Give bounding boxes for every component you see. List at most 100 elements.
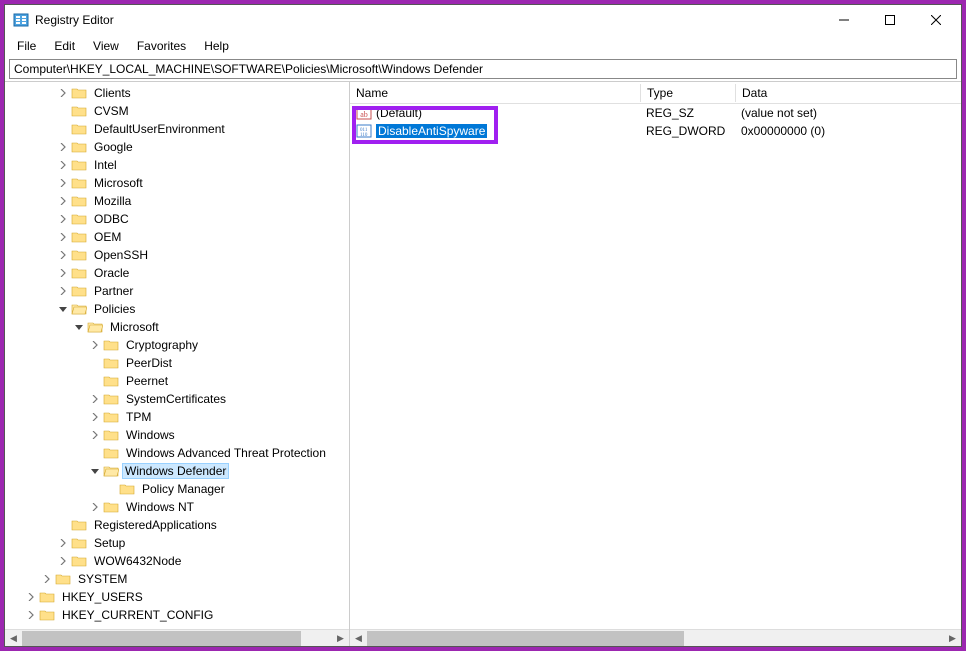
tree-item[interactable]: Policy Manager <box>7 480 349 498</box>
chevron-right-icon[interactable] <box>87 391 103 407</box>
chevron-right-icon[interactable] <box>55 265 71 281</box>
tree-item[interactable]: PeerDist <box>7 354 349 372</box>
tree-item-label: Setup <box>91 536 128 550</box>
chevron-right-icon[interactable] <box>87 409 103 425</box>
tree-pane[interactable]: ClientsCVSMDefaultUserEnvironmentGoogle I… <box>5 82 350 646</box>
close-button[interactable] <box>913 5 959 35</box>
tree-item[interactable]: SystemCertificates <box>7 390 349 408</box>
menu-favorites[interactable]: Favorites <box>129 37 194 55</box>
tree-item-label: RegisteredApplications <box>91 518 220 532</box>
values-pane[interactable]: Name Type Data ab(Default)REG_SZ(value n… <box>350 82 961 646</box>
tree-item[interactable]: Clients <box>7 84 349 102</box>
scroll-right-icon[interactable]: ▶ <box>944 630 961 647</box>
chevron-right-icon[interactable] <box>55 175 71 191</box>
tree-item[interactable]: OpenSSH <box>7 246 349 264</box>
folder-icon <box>55 572 71 586</box>
tree-item[interactable]: Microsoft <box>7 174 349 192</box>
registry-tree[interactable]: ClientsCVSMDefaultUserEnvironmentGoogle I… <box>7 84 349 624</box>
tree-item[interactable]: Windows Advanced Threat Protection <box>7 444 349 462</box>
tree-item[interactable]: Policies <box>7 300 349 318</box>
values-list[interactable]: ab(Default)REG_SZ(value not set)011110Di… <box>350 104 961 140</box>
tree-item-label: Policies <box>91 302 138 316</box>
folder-icon <box>71 140 87 154</box>
tree-item-label: Microsoft <box>91 176 146 190</box>
chevron-right-icon[interactable] <box>55 553 71 569</box>
value-row[interactable]: ab(Default)REG_SZ(value not set) <box>350 104 961 122</box>
tree-item-label: Intel <box>91 158 120 172</box>
tree-item[interactable]: Oracle <box>7 264 349 282</box>
scroll-left-icon[interactable]: ◀ <box>350 630 367 647</box>
tree-item[interactable]: RegisteredApplications <box>7 516 349 534</box>
tree-item[interactable]: HKEY_CURRENT_CONFIG <box>7 606 349 624</box>
scroll-right-icon[interactable]: ▶ <box>332 630 349 647</box>
folder-icon <box>71 554 87 568</box>
chevron-right-icon[interactable] <box>55 193 71 209</box>
tree-item[interactable]: Google <box>7 138 349 156</box>
tree-item[interactable]: Windows Defender <box>7 462 349 480</box>
folder-icon <box>119 482 135 496</box>
tree-item[interactable]: OEM <box>7 228 349 246</box>
column-data[interactable]: Data <box>735 84 961 102</box>
chevron-down-icon[interactable] <box>87 463 103 479</box>
chevron-spacer <box>87 445 103 461</box>
maximize-button[interactable] <box>867 5 913 35</box>
chevron-right-icon[interactable] <box>87 499 103 515</box>
chevron-down-icon[interactable] <box>71 319 87 335</box>
tree-item-label: Cryptography <box>123 338 201 352</box>
tree-item[interactable]: Intel <box>7 156 349 174</box>
chevron-right-icon[interactable] <box>39 571 55 587</box>
menu-edit[interactable]: Edit <box>46 37 83 55</box>
chevron-right-icon[interactable] <box>23 589 39 605</box>
tree-item[interactable]: WOW6432Node <box>7 552 349 570</box>
chevron-right-icon[interactable] <box>55 157 71 173</box>
tree-item[interactable]: Partner <box>7 282 349 300</box>
tree-item-label: Mozilla <box>91 194 134 208</box>
chevron-spacer <box>55 103 71 119</box>
folder-icon <box>71 158 87 172</box>
tree-item[interactable]: DefaultUserEnvironment <box>7 120 349 138</box>
chevron-down-icon[interactable] <box>55 301 71 317</box>
chevron-right-icon[interactable] <box>55 247 71 263</box>
value-row[interactable]: 011110DisableAntiSpywareREG_DWORD0x00000… <box>350 122 961 140</box>
column-name[interactable]: Name <box>350 84 640 102</box>
folder-icon <box>71 194 87 208</box>
chevron-right-icon[interactable] <box>55 85 71 101</box>
tree-item-label: ODBC <box>91 212 132 226</box>
tree-item[interactable]: Windows <box>7 426 349 444</box>
tree-item-label: SystemCertificates <box>123 392 229 406</box>
chevron-right-icon[interactable] <box>55 229 71 245</box>
tree-item[interactable]: Windows NT <box>7 498 349 516</box>
tree-item[interactable]: CVSM <box>7 102 349 120</box>
minimize-button[interactable] <box>821 5 867 35</box>
tree-item-label: HKEY_CURRENT_CONFIG <box>59 608 216 622</box>
address-bar[interactable]: Computer\HKEY_LOCAL_MACHINE\SOFTWARE\Pol… <box>9 59 957 79</box>
list-horizontal-scrollbar[interactable]: ◀ ▶ <box>350 629 961 646</box>
folder-icon <box>103 410 119 424</box>
chevron-right-icon[interactable] <box>55 139 71 155</box>
dword-value-icon: 011110 <box>356 123 372 139</box>
column-type[interactable]: Type <box>640 84 735 102</box>
scroll-left-icon[interactable]: ◀ <box>5 630 22 647</box>
value-data: (value not set) <box>735 106 961 120</box>
tree-item[interactable]: Peernet <box>7 372 349 390</box>
tree-item[interactable]: Microsoft <box>7 318 349 336</box>
menu-help[interactable]: Help <box>196 37 237 55</box>
chevron-right-icon[interactable] <box>23 607 39 623</box>
menu-view[interactable]: View <box>85 37 127 55</box>
tree-item-label: OpenSSH <box>91 248 151 262</box>
chevron-right-icon[interactable] <box>55 535 71 551</box>
chevron-right-icon[interactable] <box>87 337 103 353</box>
chevron-right-icon[interactable] <box>55 211 71 227</box>
tree-item[interactable]: Mozilla <box>7 192 349 210</box>
tree-item[interactable]: HKEY_USERS <box>7 588 349 606</box>
chevron-right-icon[interactable] <box>87 427 103 443</box>
tree-horizontal-scrollbar[interactable]: ◀ ▶ <box>5 629 349 646</box>
tree-item[interactable]: ODBC <box>7 210 349 228</box>
menu-file[interactable]: File <box>9 37 44 55</box>
tree-item[interactable]: Setup <box>7 534 349 552</box>
tree-item[interactable]: Cryptography <box>7 336 349 354</box>
folder-icon <box>103 374 119 388</box>
chevron-right-icon[interactable] <box>55 283 71 299</box>
tree-item[interactable]: SYSTEM <box>7 570 349 588</box>
tree-item[interactable]: TPM <box>7 408 349 426</box>
